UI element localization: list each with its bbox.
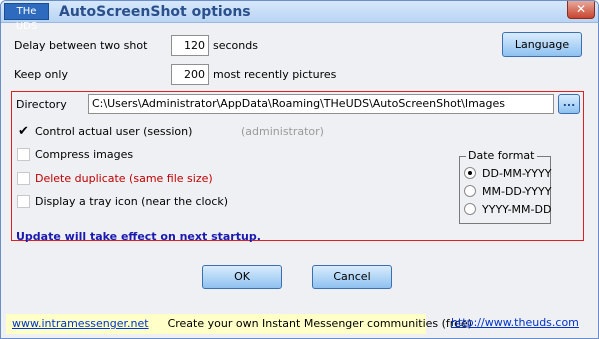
date-format-label: DD-MM-YYYY xyxy=(482,167,552,180)
check-mark-icon[interactable]: ✔ xyxy=(17,125,30,138)
compress-option[interactable]: Compress images xyxy=(17,147,133,163)
directory-input[interactable]: C:\Users\Administrator\AppData\Roaming\T… xyxy=(88,94,554,114)
delay-label: Delay between two shot xyxy=(14,39,148,52)
radio-selected-icon[interactable] xyxy=(464,167,476,179)
language-button[interactable]: Language xyxy=(502,32,582,57)
radio-icon[interactable] xyxy=(464,203,476,215)
current-user-note: (administrator) xyxy=(241,125,324,138)
compress-label: Compress images xyxy=(35,148,134,161)
date-format-label: MM-DD-YYYY xyxy=(482,185,552,198)
tray-icon-label: Display a tray icon (near the clock) xyxy=(35,195,229,208)
radio-icon[interactable] xyxy=(464,185,476,197)
control-user-label: Control actual user (session) xyxy=(35,125,193,138)
date-format-option[interactable]: DD-MM-YYYY xyxy=(464,167,552,181)
tray-icon-option[interactable]: Display a tray icon (near the clock) xyxy=(17,194,228,210)
date-format-option[interactable]: MM-DD-YYYY xyxy=(464,185,552,199)
title-bar: THe UDS AutoScreenShot options ✕ xyxy=(1,1,598,32)
footer-tagline: Create your own Instant Messenger commun… xyxy=(167,317,472,330)
directory-label: Directory xyxy=(16,98,67,111)
date-format-option[interactable]: YYYY-MM-DD xyxy=(464,203,552,217)
keep-suffix-label: most recently pictures xyxy=(213,68,337,81)
delete-duplicate-checkbox[interactable] xyxy=(17,172,30,185)
date-format-label: YYYY-MM-DD xyxy=(482,203,552,216)
keep-count-input[interactable]: 200 xyxy=(171,64,209,85)
delete-duplicate-option[interactable]: Delete duplicate (same file size) xyxy=(17,171,213,187)
options-window: THe UDS AutoScreenShot options ✕ Delay b… xyxy=(0,0,599,339)
app-logo-icon: THe UDS xyxy=(4,3,49,32)
restart-notice: Update will take effect on next startup. xyxy=(16,230,261,243)
footer-banner: www.intramessenger.net Create your own I… xyxy=(6,314,472,334)
cancel-button[interactable]: Cancel xyxy=(312,265,392,289)
browse-button[interactable]: ... xyxy=(558,94,580,114)
close-button[interactable]: ✕ xyxy=(567,1,595,19)
intramessenger-link[interactable]: www.intramessenger.net xyxy=(12,317,149,330)
tray-icon-checkbox[interactable] xyxy=(17,195,30,208)
theuds-link[interactable]: http://www.theuds.com xyxy=(451,316,579,330)
date-format-title: Date format xyxy=(466,149,537,162)
ok-button[interactable]: OK xyxy=(202,265,282,289)
window-title: AutoScreenShot options xyxy=(59,4,251,20)
compress-checkbox[interactable] xyxy=(17,148,30,161)
delay-unit-label: seconds xyxy=(213,39,258,52)
delay-input[interactable]: 120 xyxy=(171,35,209,56)
control-user-option[interactable]: ✔ Control actual user (session) xyxy=(17,124,192,140)
delete-duplicate-label: Delete duplicate (same file size) xyxy=(35,172,213,185)
keep-label: Keep only xyxy=(14,68,68,81)
